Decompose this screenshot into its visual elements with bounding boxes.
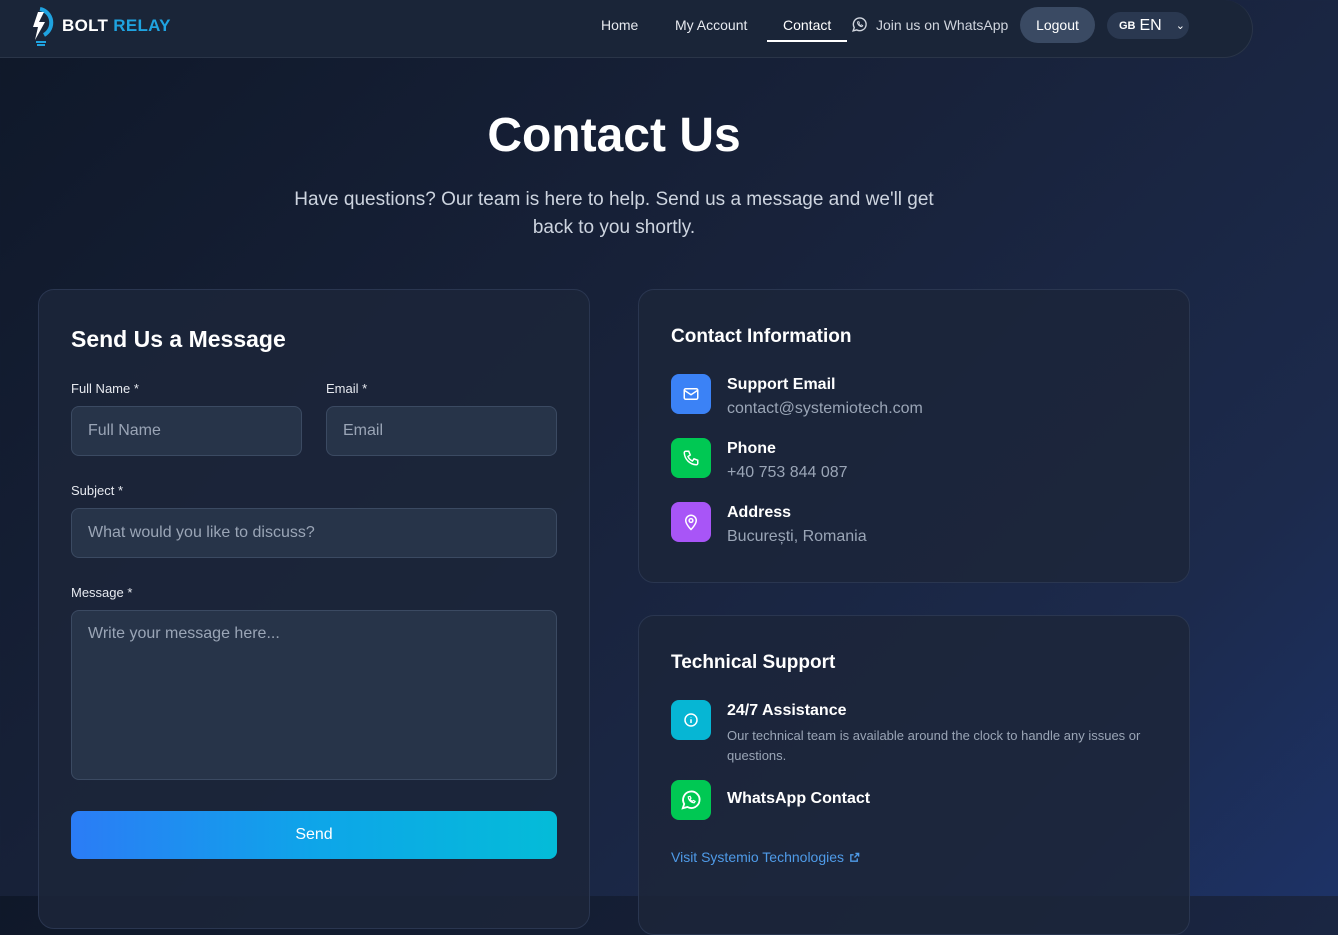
support-item-assistance: 24/7 Assistance Our technical team is ava… — [671, 700, 1167, 766]
technical-support-card: Technical Support 24/7 Assistance Our tec… — [638, 615, 1190, 935]
item-value[interactable]: +40 753 844 087 — [727, 464, 848, 482]
item-title: Support Email — [727, 376, 836, 393]
bolt-bulb-icon — [33, 7, 54, 46]
contact-item-address: Address București, Romania — [671, 502, 867, 546]
tech-support-title: Technical Support — [671, 652, 836, 673]
page-subtitle: Have questions? Our team is here to help… — [294, 189, 934, 238]
whatsapp-icon — [852, 17, 867, 32]
whatsapp-link-label: Join us on WhatsApp — [876, 16, 1009, 33]
contact-item-email: Support Email contact@systemiotech.com — [671, 374, 923, 418]
info-icon — [671, 700, 711, 740]
full-name-label: Full Name * — [71, 381, 139, 396]
message-textarea[interactable] — [71, 610, 557, 780]
subject-label: Subject * — [71, 483, 124, 498]
item-value[interactable]: contact@systemiotech.com — [727, 400, 923, 418]
phone-icon — [671, 438, 711, 478]
nav-contact[interactable]: Contact — [783, 17, 831, 33]
logo[interactable]: BOLT RELAY — [26, 6, 171, 46]
page-title: Contact Us — [487, 109, 741, 162]
language-select[interactable]: GB EN ⌄ — [1107, 12, 1189, 39]
nav-home[interactable]: Home — [601, 17, 638, 33]
message-label: Message * — [71, 585, 133, 600]
subject-input[interactable] — [71, 508, 557, 558]
brand-name: BOLT RELAY — [62, 16, 171, 35]
item-description: Our technical team is available around t… — [727, 728, 1141, 763]
language-value: EN — [1139, 16, 1162, 34]
support-item-whatsapp[interactable]: WhatsApp Contact — [671, 780, 870, 820]
nav-my-account[interactable]: My Account — [675, 17, 747, 33]
item-title: WhatsApp Contact — [727, 790, 871, 807]
visit-systemio-link[interactable]: Visit Systemio Technologies — [671, 849, 860, 865]
flag-gb: GB — [1119, 19, 1136, 32]
item-title: Address — [727, 504, 792, 521]
link-label: Visit Systemio Technologies — [671, 849, 845, 865]
contact-item-phone: Phone +40 753 844 087 — [671, 438, 848, 482]
contact-info-card: Contact Information Support Email contact… — [638, 289, 1190, 583]
email-label: Email * — [326, 381, 368, 396]
external-link-icon — [850, 852, 860, 862]
map-pin-icon — [671, 502, 711, 542]
whatsapp-icon — [671, 780, 711, 820]
mail-icon — [671, 374, 711, 414]
form-title: Send Us a Message — [71, 326, 286, 352]
item-value: București, Romania — [727, 528, 867, 545]
message-form-card: Send Us a Message Full Name * Email * Su… — [38, 289, 590, 929]
top-navbar: BOLT RELAY Home My Account Contact Join … — [0, 0, 1253, 58]
chevron-down-icon: ⌄ — [1175, 20, 1185, 32]
contact-info-title: Contact Information — [671, 326, 852, 347]
active-tab-indicator — [767, 40, 847, 42]
item-title: 24/7 Assistance — [727, 702, 847, 719]
send-button[interactable]: Send — [71, 811, 557, 859]
logout-button[interactable]: Logout — [1020, 7, 1095, 43]
item-title: Phone — [727, 440, 776, 457]
email-input[interactable] — [326, 406, 557, 456]
full-name-input[interactable] — [71, 406, 302, 456]
nav-whatsapp-link[interactable]: Join us on WhatsApp — [851, 16, 1008, 33]
